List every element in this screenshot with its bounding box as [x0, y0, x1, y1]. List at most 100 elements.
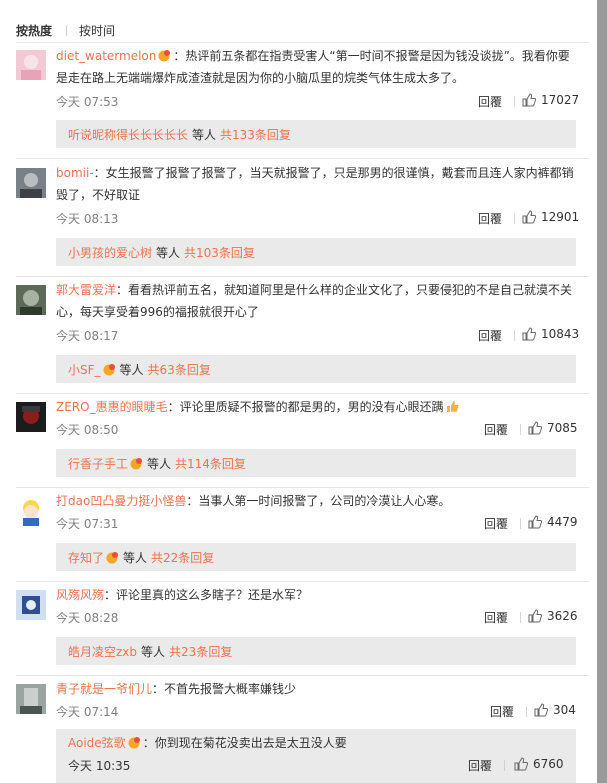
like-button[interactable]: 17027	[522, 93, 579, 107]
replies-others-label: 等人	[147, 456, 172, 471]
replies-count-link[interactable]: 共23条回复	[169, 643, 232, 660]
thumbs-up-icon	[528, 515, 542, 529]
replies-preview[interactable]: 听说昵称得长长长长长 等人 共133条回复	[56, 120, 576, 148]
reply-username[interactable]: Aoide弦歌	[68, 736, 126, 750]
divider	[16, 276, 589, 277]
like-count: 7085	[547, 421, 578, 435]
thumbs-up-icon	[522, 93, 536, 107]
comment-meta: 今天 07:14 回覆 304	[56, 703, 576, 719]
like-button[interactable]: 12901	[522, 210, 579, 224]
avatar[interactable]	[16, 590, 46, 620]
reply-username[interactable]: 存知了	[68, 549, 104, 566]
avatar[interactable]	[16, 285, 46, 315]
reply-button[interactable]: 回覆	[478, 210, 502, 227]
like-button[interactable]: 304	[534, 703, 576, 717]
replies-others-label: 等人	[156, 245, 181, 260]
comment-meta: 今天 08:50 回覆 7085	[56, 421, 578, 438]
replies-count-link[interactable]: 共114条回复	[175, 455, 246, 472]
comment-username[interactable]: diet_watermelon	[56, 49, 156, 63]
reply-button[interactable]: 回覆	[478, 93, 502, 110]
like-button[interactable]: 3626	[528, 609, 578, 623]
like-button[interactable]: 7085	[528, 421, 578, 435]
like-count: 10843	[541, 327, 580, 341]
comment-time: 今天 08:13	[56, 212, 119, 226]
comment-meta: 今天 08:17 回覆 10843	[56, 327, 579, 344]
reply-username[interactable]: 听说昵称得长长长长长	[68, 126, 188, 143]
reply-button[interactable]: 回覆	[478, 327, 502, 344]
replies-others-label: 等人	[119, 362, 144, 377]
reply-button[interactable]: 回覆	[484, 609, 508, 626]
avatar[interactable]	[16, 496, 46, 526]
reply-username[interactable]: 行香子手工	[68, 455, 128, 472]
meta-divider	[526, 706, 527, 717]
comment-meta: 今天 07:53 回覆 17027	[56, 93, 579, 110]
replies-count-link[interactable]: 共22条回复	[151, 549, 214, 566]
reply-username[interactable]: 皓月凌空zxb	[68, 643, 137, 660]
replies-preview[interactable]: 存知了 等人 共22条回复	[56, 543, 576, 571]
comment-meta: 今天 07:31 回覆 4479	[56, 515, 578, 532]
thumbs-up-icon	[522, 210, 536, 224]
replies-preview[interactable]: 小男孩的爱心树 等人 共103条回复	[56, 238, 576, 266]
comment-time: 今天 08:50	[56, 423, 119, 437]
thumbs-up-icon	[528, 609, 542, 623]
replies-preview[interactable]: 皓月凌空zxb 等人 共23条回复	[56, 637, 576, 665]
reply-time: 今天 10:35	[68, 759, 131, 773]
tab-sort-by-hot[interactable]: 按热度	[16, 22, 52, 39]
replies-others-label: 等人	[192, 127, 217, 142]
reply-username[interactable]: 小男孩的爱心树	[68, 244, 152, 261]
comment-username[interactable]: 青子就是一爷们儿	[56, 682, 152, 696]
avatar[interactable]	[16, 50, 46, 80]
like-button[interactable]: 6760	[514, 757, 564, 771]
reply-username[interactable]: 小SF_	[68, 361, 101, 378]
comment-time: 今天 07:53	[56, 95, 119, 109]
comment-username[interactable]: 郭大雷爱洋	[56, 283, 116, 297]
thumbs-up-icon	[528, 421, 542, 435]
tab-sort-by-time[interactable]: 按时间	[79, 22, 115, 39]
replies-others-label: 等人	[141, 644, 166, 659]
replies-count-link[interactable]: 共133条回复	[220, 126, 291, 143]
vip-badge-icon	[102, 363, 117, 376]
reply-button[interactable]: 回覆	[484, 515, 508, 532]
comment-username[interactable]: 风殇风殇	[56, 588, 104, 602]
comment-text: ：评论里真的这么多瞎子？还是水军？	[104, 588, 309, 602]
comment-text: ：评论里质疑不报警的都是男的，男的没有心眼还蹒	[167, 400, 444, 414]
comment-body: 郭大雷爱洋：看看热评前五名，就知道阿里是什么样的企业文化了，只要侵犯的不是自己就…	[56, 279, 576, 323]
meta-divider	[504, 760, 505, 771]
like-count: 4479	[547, 515, 578, 529]
reply-button[interactable]: 回覆	[468, 757, 492, 774]
comment-body: 青子就是一爷们儿：不首先报警大概率嫌钱少	[56, 678, 576, 700]
replies-count-link[interactable]: 共103条回复	[184, 244, 255, 261]
comment-username[interactable]: ZERO_惠惠的眼睫毛	[56, 400, 168, 414]
replies-others-label: 等人	[123, 550, 148, 565]
thumbs-up-icon	[534, 703, 548, 717]
like-button[interactable]: 4479	[528, 515, 578, 529]
comment-username[interactable]: 打dao凹凸曼力挺小怪兽	[56, 494, 186, 508]
meta-divider	[520, 518, 521, 529]
avatar[interactable]	[16, 402, 46, 432]
reply-button[interactable]: 回覆	[484, 421, 508, 438]
reply-button[interactable]: 回覆	[490, 703, 514, 720]
avatar[interactable]	[16, 168, 46, 198]
like-count: 3626	[547, 609, 578, 623]
divider	[16, 487, 589, 488]
meta-divider	[514, 330, 515, 341]
like-button[interactable]: 10843	[522, 327, 579, 341]
replies-count-link[interactable]: 共63条回复	[148, 361, 211, 378]
replies-preview[interactable]: 小SF_ 等人 共63条回复	[56, 355, 576, 383]
sort-tabs: 按热度 按时间	[16, 22, 115, 38]
thumbs-up-icon	[522, 327, 536, 341]
reply-item: Aoide弦歌 ：你到现在菊花没卖出去是太丑没人要	[68, 735, 347, 751]
comment-text: ：不首先报警大概率嫌钱少	[152, 682, 297, 696]
comment-text: ：女生报警了报警了报警了，当天就报警了，只是那男的很谨慎，戴套而且连人家内裤都销…	[56, 166, 574, 202]
comment-meta: 今天 08:28 回覆 3626	[56, 609, 578, 626]
comment-meta: 今天 08:13 回覆 12901	[56, 210, 579, 227]
comment-time: 今天 08:17	[56, 329, 119, 343]
reply-text: ：你到现在菊花没卖出去是太丑没人要	[142, 736, 347, 750]
comment-username[interactable]: bomii-	[56, 166, 94, 180]
thumbs-up-icon	[514, 757, 528, 771]
like-count: 304	[553, 703, 576, 717]
meta-divider	[514, 96, 515, 107]
avatar[interactable]	[16, 684, 46, 714]
replies-preview[interactable]: 行香子手工 等人 共114条回复	[56, 449, 576, 477]
vip-badge-icon	[105, 551, 120, 564]
